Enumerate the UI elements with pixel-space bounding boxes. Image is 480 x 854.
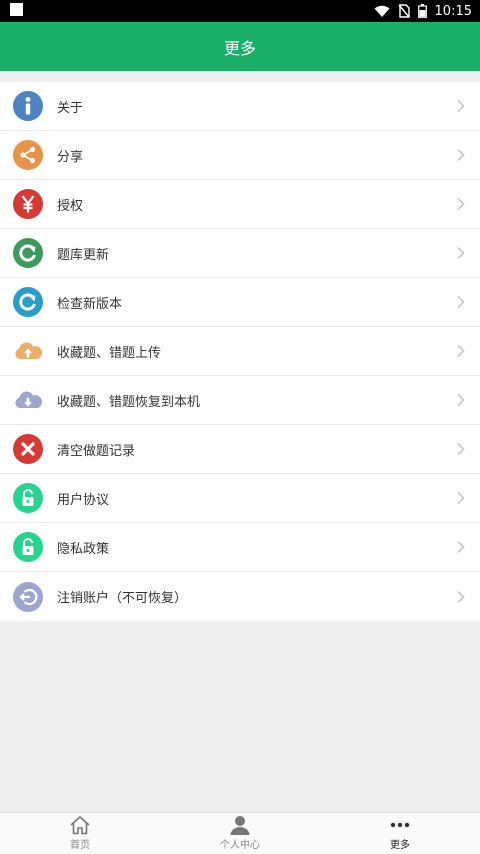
menu-label: 注销账户（不可恢复）	[57, 591, 188, 606]
info-icon	[13, 91, 43, 121]
chevron-right-icon	[457, 393, 465, 407]
chevron-right-icon	[457, 148, 465, 162]
home-icon	[70, 816, 90, 835]
tab-label: 个人中心	[220, 840, 260, 851]
chevron-right-icon	[457, 295, 465, 309]
tab-home[interactable]: 首页	[0, 813, 160, 854]
status-time: 10:15	[434, 3, 472, 19]
chevron-right-icon	[457, 197, 465, 211]
menu-label: 授权	[57, 198, 84, 214]
menu-label: 检查新版本	[57, 296, 123, 312]
share-icon	[13, 140, 43, 170]
more-icon	[390, 822, 410, 828]
clear-icon	[13, 434, 43, 464]
menu-label: 关于	[57, 100, 84, 116]
menu-label: 收藏题、错题上传	[57, 345, 162, 361]
chevron-right-icon	[457, 491, 465, 505]
status-left	[10, 2, 23, 20]
no-sim-icon	[397, 4, 410, 18]
logout-icon	[13, 581, 43, 612]
menu-item-user-agreement[interactable]: 用户协议	[0, 474, 480, 523]
menu-item-upload[interactable]: 收藏题、错题上传	[0, 327, 480, 376]
menu-list: 关于 分享 授权 题库更新 检查新版本 收藏题、错题上传 收藏题、错题恢复到本机…	[0, 82, 480, 621]
cloud-download-icon	[13, 385, 43, 415]
lock-icon	[13, 532, 43, 562]
chevron-right-icon	[457, 442, 465, 456]
menu-label: 隐私政策	[57, 541, 110, 557]
battery-icon	[417, 4, 427, 18]
menu-item-restore[interactable]: 收藏题、错题恢复到本机	[0, 376, 480, 425]
menu-label: 清空做题记录	[57, 443, 136, 459]
refresh-blue-icon	[13, 287, 43, 317]
menu-label: 收藏题、错题恢复到本机	[57, 394, 201, 410]
app-header: 更多	[0, 22, 480, 71]
menu-item-question-bank-update[interactable]: 题库更新	[0, 229, 480, 278]
menu-item-check-version[interactable]: 检查新版本	[0, 278, 480, 327]
chevron-right-icon	[457, 246, 465, 260]
wifi-icon	[374, 5, 390, 17]
chevron-right-icon	[457, 540, 465, 554]
tab-label: 更多	[390, 840, 410, 851]
chevron-right-icon	[457, 344, 465, 358]
chevron-right-icon	[457, 99, 465, 113]
person-icon	[230, 816, 250, 835]
tab-more[interactable]: 更多	[320, 813, 480, 854]
menu-label: 题库更新	[57, 247, 110, 263]
tab-bar: 首页 个人中心 更多	[0, 812, 480, 854]
menu-item-authorize[interactable]: 授权	[0, 180, 480, 229]
refresh-green-icon	[13, 238, 43, 268]
yen-icon	[13, 189, 43, 219]
chevron-right-icon	[457, 590, 465, 603]
menu-label: 用户协议	[57, 492, 110, 508]
menu-item-delete-account[interactable]: 注销账户（不可恢复）	[0, 572, 480, 621]
cloud-upload-icon	[13, 336, 43, 366]
status-bar: 10:15	[0, 0, 480, 22]
tab-label: 首页	[70, 840, 90, 851]
status-right: 10:15	[374, 4, 472, 19]
notification-square-icon	[10, 2, 23, 16]
tab-personal-center[interactable]: 个人中心	[160, 813, 320, 854]
lock-icon	[13, 483, 43, 513]
menu-item-share[interactable]: 分享	[0, 131, 480, 180]
menu-label: 分享	[57, 149, 84, 165]
menu-item-about[interactable]: 关于	[0, 82, 480, 131]
page-title: 更多	[223, 38, 256, 58]
menu-item-privacy-policy[interactable]: 隐私政策	[0, 523, 480, 572]
menu-item-clear-records[interactable]: 清空做题记录	[0, 425, 480, 474]
